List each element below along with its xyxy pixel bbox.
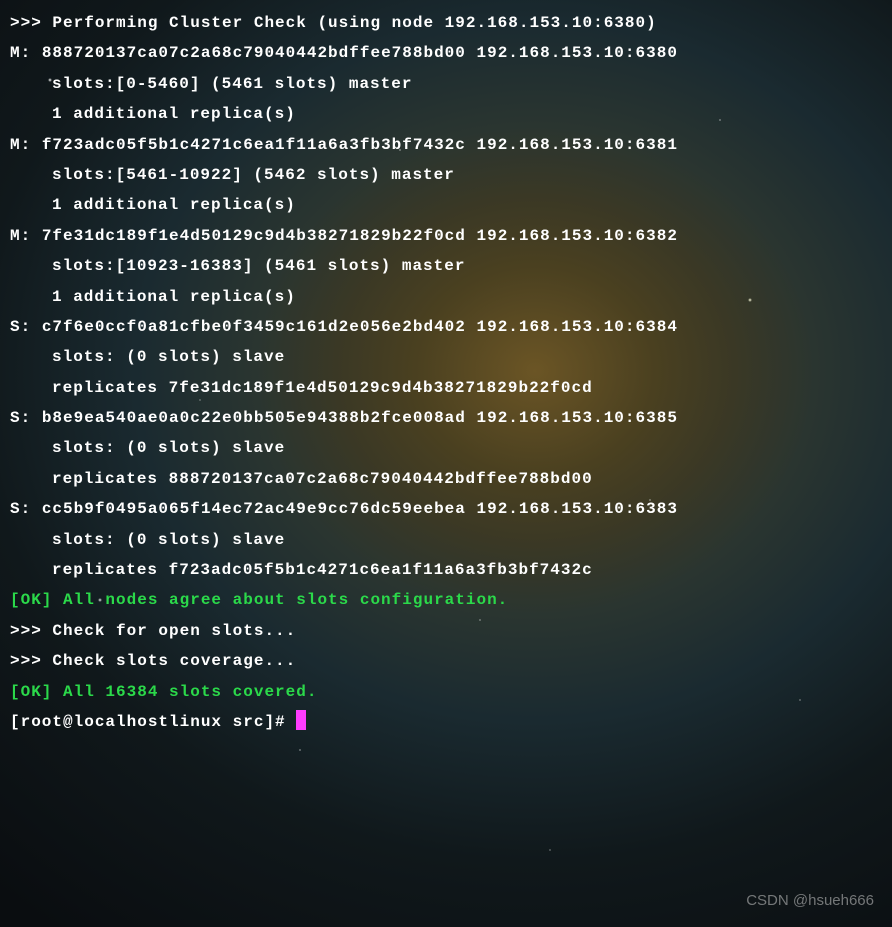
node-slots-line: slots: (0 slots) slave: [10, 342, 882, 372]
node-id-line: S: b8e9ea540ae0a0c22e0bb505e94388b2fce00…: [10, 403, 882, 433]
node-entry: M: 7fe31dc189f1e4d50129c9d4b38271829b22f…: [10, 221, 882, 312]
node-entry: S: cc5b9f0495a065f14ec72ac49e9cc76dc59ee…: [10, 494, 882, 585]
check-slots-coverage: >>> Check slots coverage...: [10, 646, 882, 676]
shell-prompt[interactable]: [root@localhostlinux src]#: [10, 707, 882, 737]
node-entry: S: b8e9ea540ae0a0c22e0bb505e94388b2fce00…: [10, 403, 882, 494]
node-entry: S: c7f6e0ccf0a81cfbe0f3459c161d2e056e2bd…: [10, 312, 882, 403]
node-slots-line: slots: (0 slots) slave: [10, 433, 882, 463]
cursor-icon: [296, 710, 306, 730]
watermark-text: CSDN @hsueh666: [746, 887, 874, 916]
node-replica-line: 1 additional replica(s): [10, 99, 882, 129]
cluster-check-header: >>> Performing Cluster Check (using node…: [10, 8, 882, 38]
node-id-line: M: 7fe31dc189f1e4d50129c9d4b38271829b22f…: [10, 221, 882, 251]
node-replicates-line: replicates 888720137ca07c2a68c79040442bd…: [10, 464, 882, 494]
node-slots-line: slots:[0-5460] (5461 slots) master: [10, 69, 882, 99]
node-entry: M: 888720137ca07c2a68c79040442bdffee788b…: [10, 38, 882, 129]
node-entry: M: f723adc05f5b1c4271c6ea1f11a6a3fb3bf74…: [10, 130, 882, 221]
check-open-slots: >>> Check for open slots...: [10, 616, 882, 646]
node-id-line: S: cc5b9f0495a065f14ec72ac49e9cc76dc59ee…: [10, 494, 882, 524]
node-slots-line: slots:[10923-16383] (5461 slots) master: [10, 251, 882, 281]
node-replica-line: 1 additional replica(s): [10, 282, 882, 312]
ok-slots-covered: [OK] All 16384 slots covered.: [10, 677, 882, 707]
node-id-line: M: 888720137ca07c2a68c79040442bdffee788b…: [10, 38, 882, 68]
node-replica-line: 1 additional replica(s): [10, 190, 882, 220]
node-slots-line: slots:[5461-10922] (5462 slots) master: [10, 160, 882, 190]
node-slots-line: slots: (0 slots) slave: [10, 525, 882, 555]
node-id-line: M: f723adc05f5b1c4271c6ea1f11a6a3fb3bf74…: [10, 130, 882, 160]
node-id-line: S: c7f6e0ccf0a81cfbe0f3459c161d2e056e2bd…: [10, 312, 882, 342]
ok-nodes-agree: [OK] All nodes agree about slots configu…: [10, 585, 882, 615]
node-replicates-line: replicates f723adc05f5b1c4271c6ea1f11a6a…: [10, 555, 882, 585]
node-replicates-line: replicates 7fe31dc189f1e4d50129c9d4b3827…: [10, 373, 882, 403]
